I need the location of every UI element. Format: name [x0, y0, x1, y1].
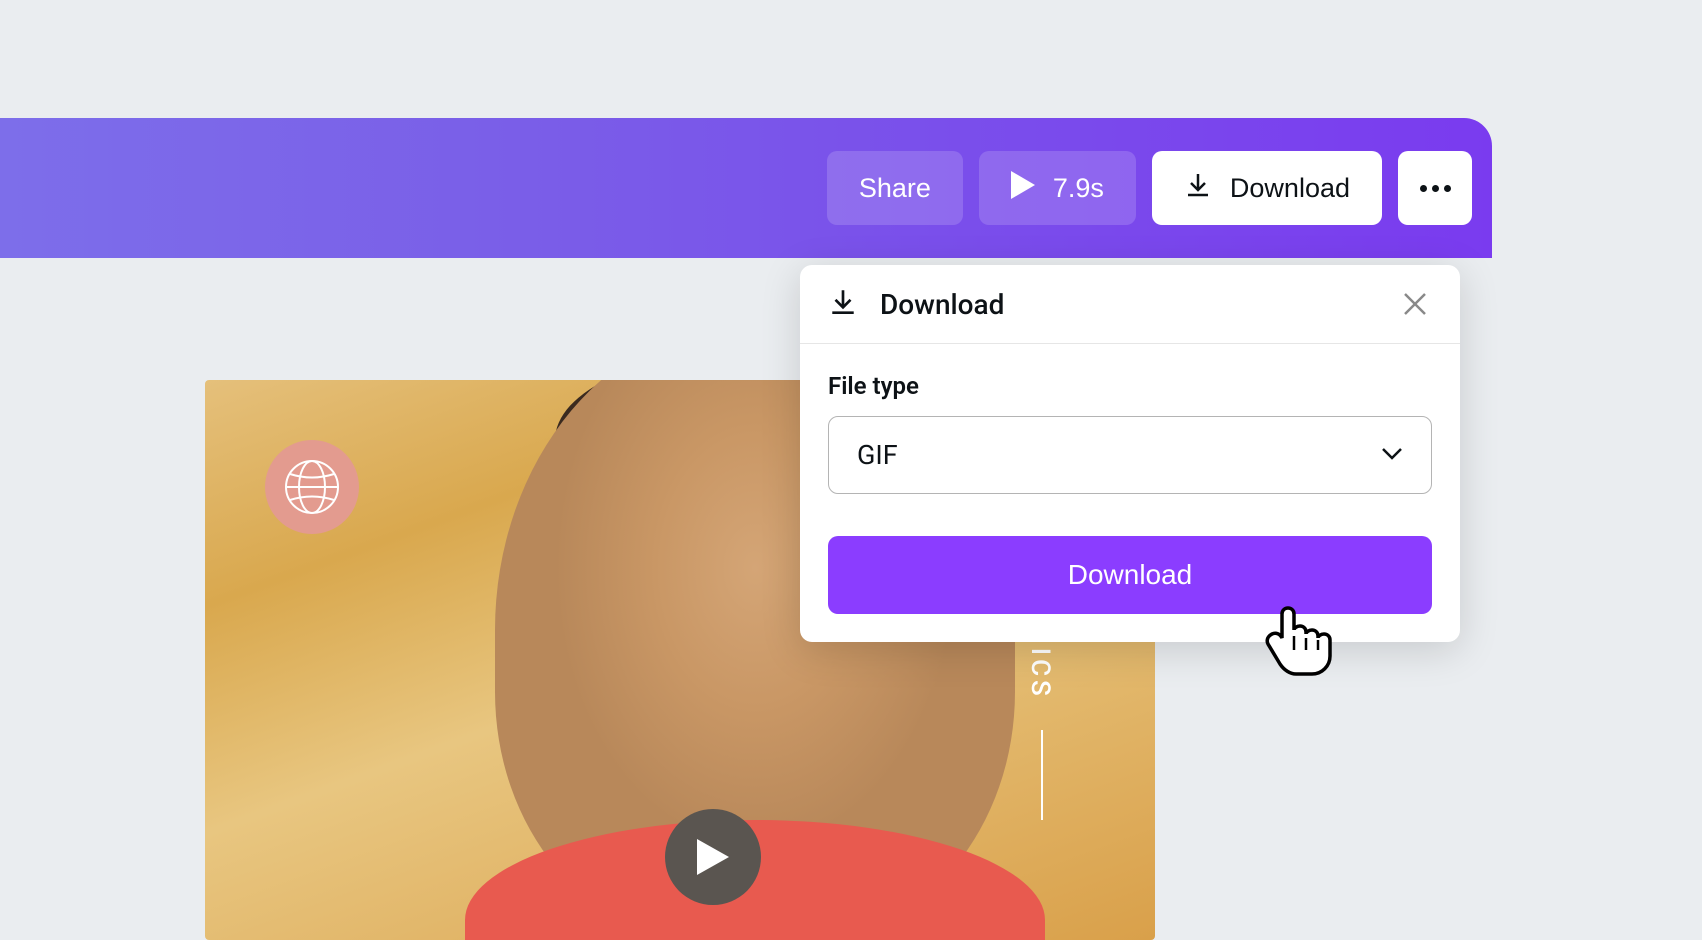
file-type-value: GIF	[857, 439, 898, 471]
design-divider	[1041, 730, 1043, 820]
close-icon	[1402, 291, 1428, 317]
top-toolbar: Share 7.9s Download	[0, 118, 1492, 258]
download-label: Download	[1230, 173, 1350, 204]
panel-header: Download	[800, 265, 1460, 344]
download-panel: Download File type GIF Download	[800, 265, 1460, 642]
chevron-down-icon	[1381, 446, 1403, 465]
file-type-select[interactable]: GIF	[828, 416, 1432, 494]
panel-body: File type GIF Download	[800, 344, 1460, 642]
download-icon	[1184, 171, 1212, 206]
play-icon	[697, 839, 729, 875]
more-button[interactable]	[1398, 151, 1472, 225]
ellipsis-icon	[1420, 185, 1427, 192]
file-type-label: File type	[828, 372, 1432, 400]
play-icon	[1011, 171, 1035, 206]
share-button[interactable]: Share	[827, 151, 963, 225]
share-label: Share	[859, 173, 931, 204]
duration-label: 7.9s	[1053, 173, 1104, 204]
play-duration-button[interactable]: 7.9s	[979, 151, 1136, 225]
canvas-play-button[interactable]	[665, 809, 761, 905]
panel-title: Download	[880, 288, 1004, 321]
globe-icon	[265, 440, 359, 534]
download-action-button[interactable]: Download	[828, 536, 1432, 614]
close-button[interactable]	[1398, 287, 1432, 321]
download-button[interactable]: Download	[1152, 151, 1382, 225]
download-icon	[828, 287, 858, 321]
download-action-label: Download	[1068, 559, 1193, 590]
